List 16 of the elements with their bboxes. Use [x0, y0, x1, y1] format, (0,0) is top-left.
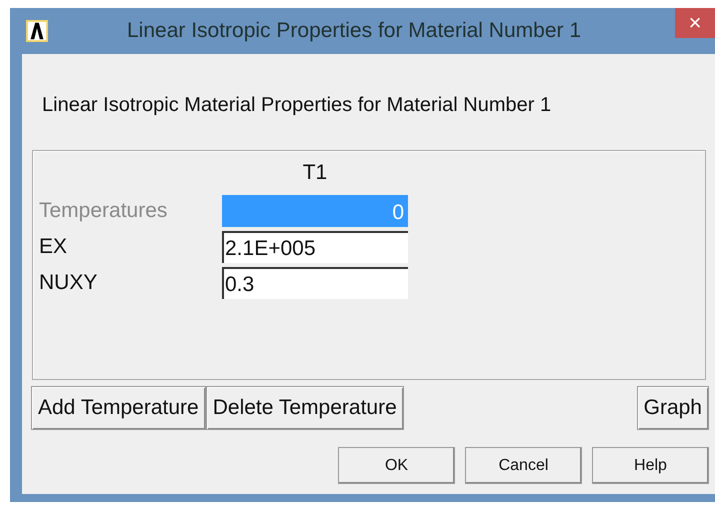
- table-button[interactable]: Add Temperature: [31, 386, 206, 430]
- window-title: Linear Isotropic Properties for Material Number 1: [126, 19, 582, 43]
- graph-button[interactable]: Graph: [636, 386, 709, 430]
- column-header: T1: [302, 160, 328, 186]
- dialog-button[interactable]: Cancel: [465, 447, 582, 484]
- row-label: Temperatures: [39, 198, 168, 224]
- close-button[interactable]: ×: [675, 8, 715, 38]
- dialog-button[interactable]: OK: [338, 447, 455, 484]
- table-button[interactable]: Delete Temperature: [206, 386, 404, 430]
- row-label: EX: [39, 234, 68, 260]
- dialog-heading: Linear Isotropic Material Properties for Material Number 1: [42, 94, 552, 117]
- app-logo-icon: [26, 20, 48, 42]
- row-label: NUXY: [39, 270, 98, 296]
- dialog-button[interactable]: Help: [592, 447, 709, 484]
- value-field[interactable]: 2.1E+005: [222, 231, 408, 263]
- value-field[interactable]: 0.3: [222, 267, 408, 299]
